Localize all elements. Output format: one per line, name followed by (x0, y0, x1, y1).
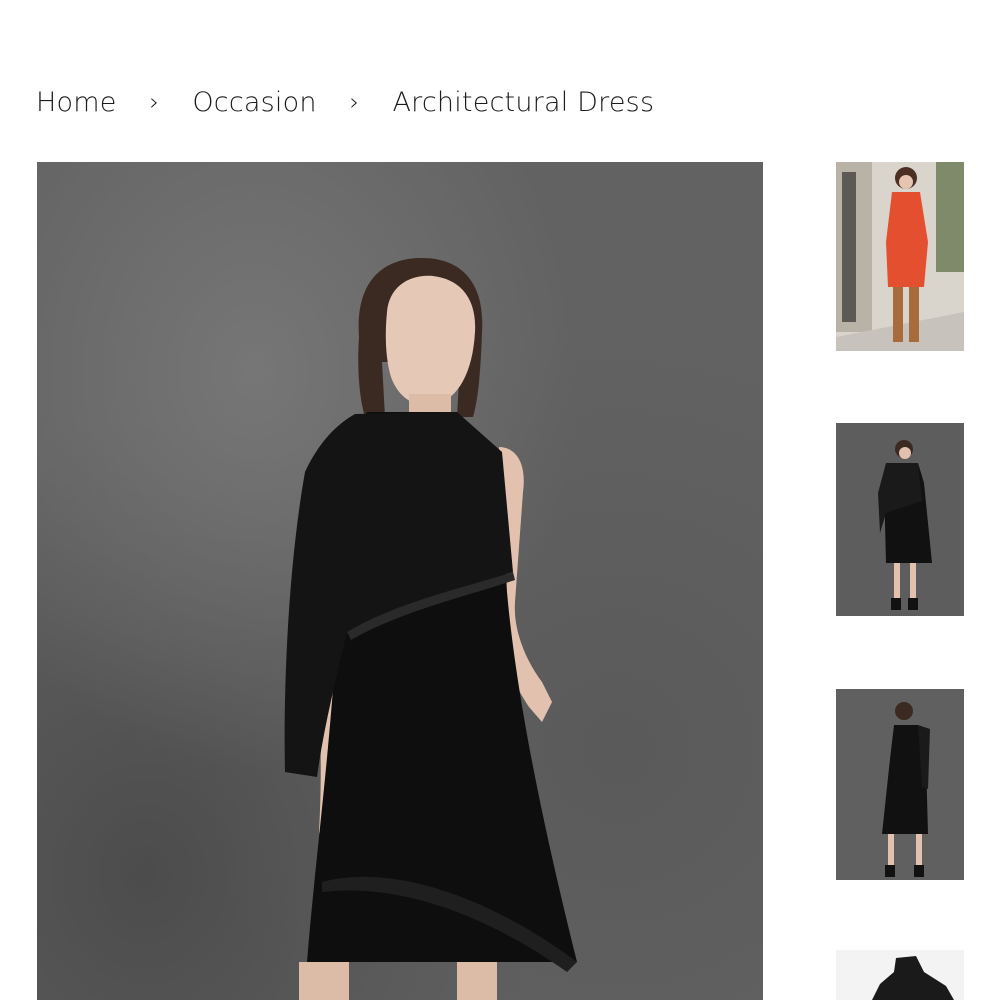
breadcrumb-separator-icon: › (149, 88, 160, 116)
breadcrumb-separator-icon: › (349, 88, 360, 116)
breadcrumb-current-page: Architectural Dress (392, 86, 655, 118)
product-thumbnail-red[interactable] (836, 162, 964, 351)
breadcrumb: Home › Occasion › Architectural Dress (36, 84, 654, 120)
breadcrumb-home-link[interactable]: Home (36, 87, 117, 118)
thumbnail-image (836, 162, 964, 351)
product-thumbnail-black-back[interactable] (836, 689, 964, 880)
product-thumbnail-black-front[interactable] (836, 423, 964, 616)
thumbnail-image (836, 423, 964, 616)
breadcrumb-occasion-link[interactable]: Occasion (192, 87, 316, 118)
thumbnail-image (836, 689, 964, 880)
model-illustration (284, 258, 577, 1000)
thumbnail-image (836, 950, 964, 1000)
product-main-image[interactable] (37, 162, 763, 1000)
product-thumbnail-detail[interactable] (836, 950, 964, 1000)
